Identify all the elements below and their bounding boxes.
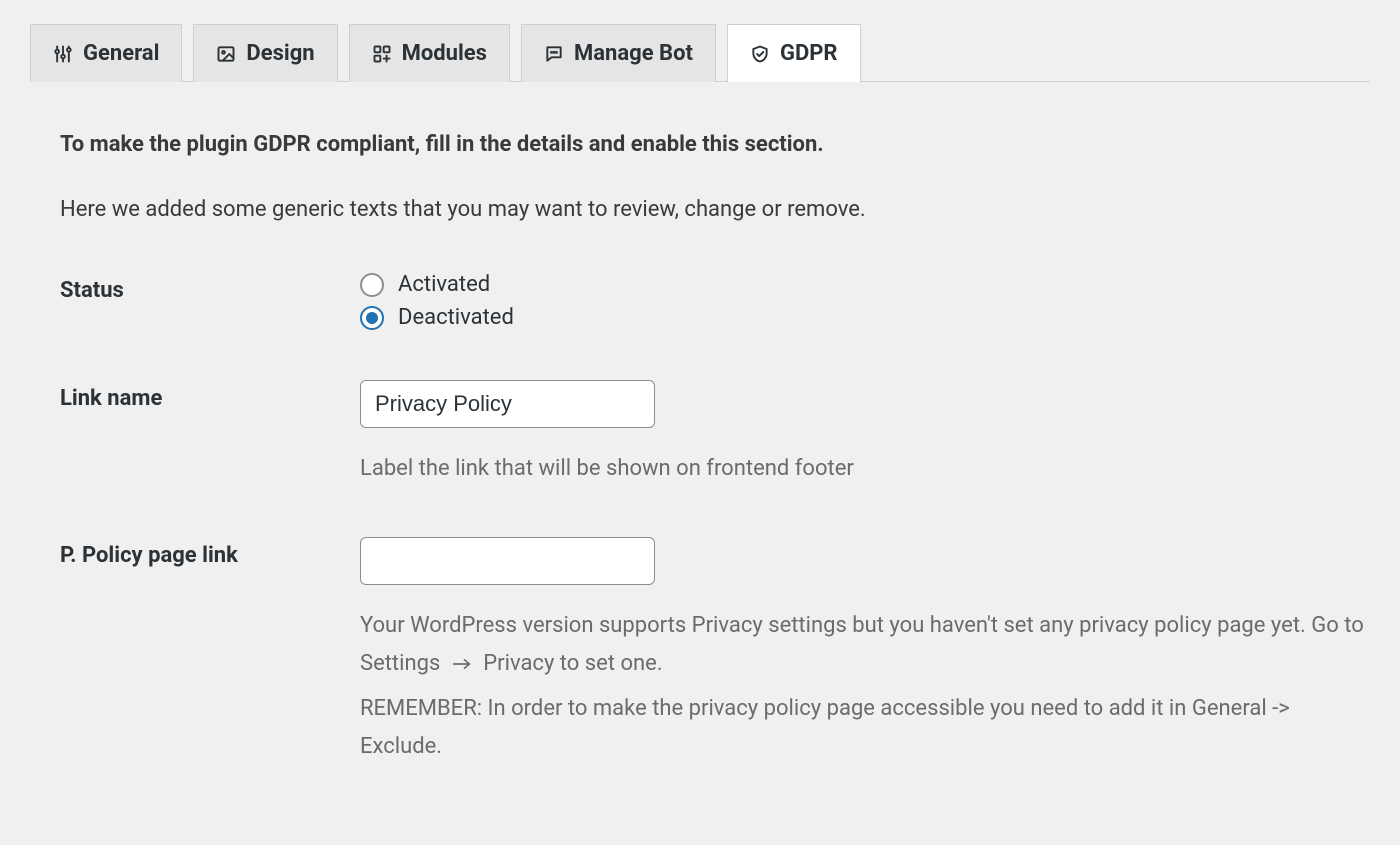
tab-label: GDPR <box>780 41 838 66</box>
tab-design[interactable]: Design <box>193 24 337 82</box>
arrow-right-icon <box>452 645 472 682</box>
status-row: Status Activated Deactivated <box>60 272 1370 330</box>
tab-label: Design <box>246 41 314 66</box>
status-option-activated: Activated <box>398 272 490 297</box>
chat-icon <box>544 44 564 64</box>
status-radio-activated[interactable] <box>360 273 384 297</box>
tab-modules[interactable]: Modules <box>349 24 510 82</box>
grid-add-icon <box>372 44 392 64</box>
policy-link-input[interactable] <box>360 537 655 585</box>
tab-label: Manage Bot <box>574 41 693 66</box>
link-name-help: Label the link that will be shown on fro… <box>360 450 1370 487</box>
tab-label: Modules <box>402 41 487 66</box>
sliders-icon <box>53 44 73 64</box>
status-option-deactivated: Deactivated <box>398 305 514 330</box>
link-name-row: Link name Label the link that will be sh… <box>60 380 1370 487</box>
policy-link-label: P. Policy page link <box>60 537 360 568</box>
tab-gdpr[interactable]: GDPR <box>727 24 861 82</box>
intro-sub: Here we added some generic texts that yo… <box>60 197 1370 222</box>
policy-link-help-1: Your WordPress version supports Privacy … <box>360 607 1370 682</box>
policy-link-help-2: REMEMBER: In order to make the privacy p… <box>360 690 1370 765</box>
tab-label: General <box>83 41 159 66</box>
link-name-input[interactable] <box>360 380 655 428</box>
settings-tabs: General Design Modules <box>30 0 1370 82</box>
link-name-label: Link name <box>60 380 360 411</box>
status-radio-group: Activated Deactivated <box>360 272 1370 330</box>
policy-link-row: P. Policy page link Your WordPress versi… <box>60 537 1370 765</box>
shield-icon <box>750 44 770 64</box>
gdpr-panel: To make the plugin GDPR compliant, fill … <box>30 132 1370 765</box>
tab-general[interactable]: General <box>30 24 182 82</box>
status-radio-deactivated[interactable] <box>360 306 384 330</box>
status-label: Status <box>60 272 360 303</box>
tab-manage-bot[interactable]: Manage Bot <box>521 24 716 82</box>
intro-heading: To make the plugin GDPR compliant, fill … <box>60 132 1370 157</box>
image-icon <box>216 44 236 64</box>
